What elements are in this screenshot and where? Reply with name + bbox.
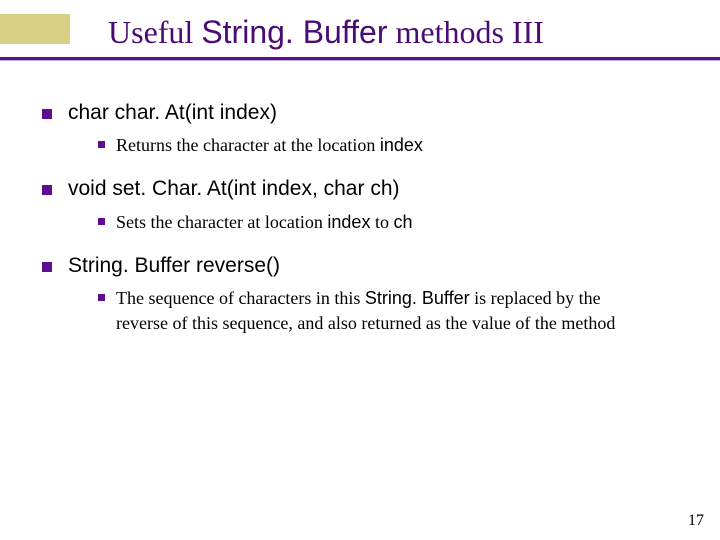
- desc-text-mid: to: [370, 212, 393, 232]
- bullet-method-3: String. Buffer reverse(): [42, 252, 678, 280]
- slide-content: char char. At(int index) Returns the cha…: [0, 61, 720, 335]
- title-rules: [0, 57, 720, 61]
- rule-grey: [0, 60, 720, 61]
- desc-text: Returns the character at the location: [116, 135, 380, 155]
- bullet-method-2: void set. Char. At(int index, char ch): [42, 175, 678, 203]
- bullet-desc-1: Returns the character at the location in…: [98, 133, 656, 157]
- bullet-desc-3: The sequence of characters in this Strin…: [98, 286, 656, 335]
- method-signature: void set. Char. At(int index, char ch): [68, 177, 400, 200]
- desc-code: index: [380, 135, 423, 155]
- title-code: String. Buffer: [201, 14, 387, 50]
- desc-code: index: [327, 212, 370, 232]
- desc-code-2: ch: [393, 212, 412, 232]
- desc-code: String. Buffer: [365, 288, 470, 308]
- page-number: 17: [688, 512, 704, 530]
- method-signature: char char. At(int index): [68, 101, 277, 124]
- bullet-desc-2: Sets the character at location index to …: [98, 210, 656, 234]
- desc-text: The sequence of characters in this: [116, 288, 365, 308]
- accent-block: [0, 14, 70, 44]
- slide-title-region: Useful String. Buffer methods III: [0, 0, 720, 61]
- title-text-right: methods III: [387, 14, 543, 50]
- slide-title: Useful String. Buffer methods III: [108, 14, 720, 51]
- method-signature: String. Buffer reverse(): [68, 254, 280, 277]
- desc-text: Sets the character at location: [116, 212, 327, 232]
- title-text-left: Useful: [108, 14, 201, 50]
- bullet-method-1: char char. At(int index): [42, 99, 678, 127]
